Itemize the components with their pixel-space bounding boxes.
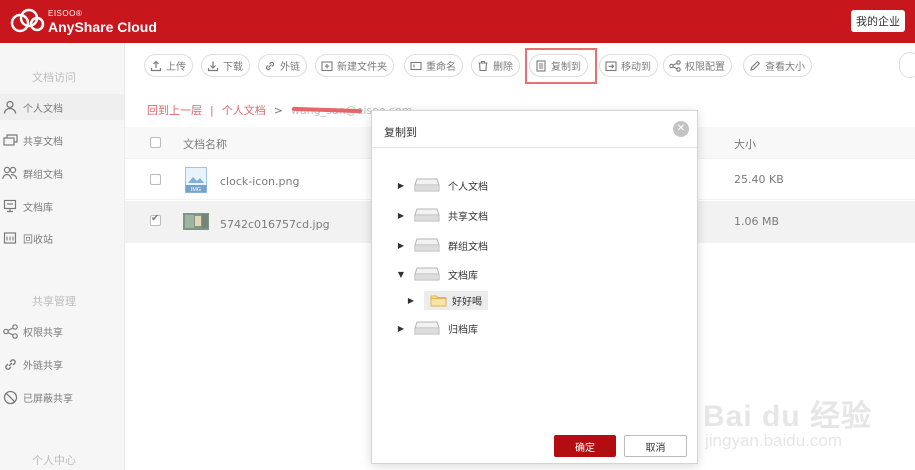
tree-item-label: 归档库 (448, 324, 478, 336)
tree-item-label: 共享文档 (448, 211, 488, 223)
tree-item-label: 个人文档 (448, 181, 488, 193)
logo-brand: EISOO® (48, 8, 83, 18)
logo-text: EISOO® AnyShare Cloud (48, 8, 157, 35)
caret-right-icon[interactable]: ▶ (396, 181, 406, 190)
dialog-title: 复制到 (384, 126, 417, 139)
disk-icon (414, 238, 440, 252)
disk-icon (414, 178, 440, 192)
disk-icon (414, 267, 440, 281)
confirm-button[interactable]: 确定 (554, 435, 616, 457)
baidu-watermark: Bai du 经验 jingyan.baidu.com (700, 385, 910, 465)
caret-right-icon[interactable]: ▶ (406, 296, 416, 305)
tree-item-label: 文档库 (448, 270, 478, 282)
caret-down-icon[interactable]: ▼ (396, 270, 406, 279)
logo-cloud-icon (8, 8, 46, 36)
close-icon[interactable]: ✕ (673, 121, 689, 137)
tree-item-library[interactable]: ▼ 文档库 (396, 264, 478, 284)
watermark-brand: Bai du 经验 (703, 400, 873, 433)
caret-right-icon[interactable]: ▶ (396, 241, 406, 250)
tree-item-label: 好好喝 (452, 296, 482, 308)
tree-item-label: 群组文档 (448, 241, 488, 253)
disk-icon (414, 208, 440, 222)
tree-item-personal-docs[interactable]: ▶ 个人文档 (396, 175, 488, 195)
logo-product: AnyShare Cloud (48, 18, 157, 35)
caret-right-icon[interactable]: ▶ (396, 324, 406, 333)
my-enterprise-button[interactable]: 我的企业 (851, 10, 905, 32)
app-header: EISOO® AnyShare Cloud 我的企业 (0, 0, 915, 43)
caret-right-icon[interactable]: ▶ (396, 211, 406, 220)
dialog-divider (372, 147, 697, 148)
tree-item-archive[interactable]: ▶ 归档库 (396, 318, 478, 338)
tree-item-shared-docs[interactable]: ▶ 共享文档 (396, 205, 488, 225)
copy-to-dialog: 复制到 ✕ ▶ 个人文档 ▶ 共享文档 ▶ 群组文档 ▼ 文档库 ▶ 好好喝 ▶… (371, 110, 698, 464)
tree-item-haohaohe[interactable]: ▶ 好好喝 (406, 290, 488, 310)
folder-icon (430, 294, 447, 307)
watermark-url: jingyan.baidu.com (705, 431, 843, 450)
disk-icon (414, 321, 440, 335)
tree-node-selected[interactable]: 好好喝 (424, 290, 488, 310)
tree-item-group-docs[interactable]: ▶ 群组文档 (396, 235, 488, 255)
cancel-button[interactable]: 取消 (624, 435, 687, 457)
